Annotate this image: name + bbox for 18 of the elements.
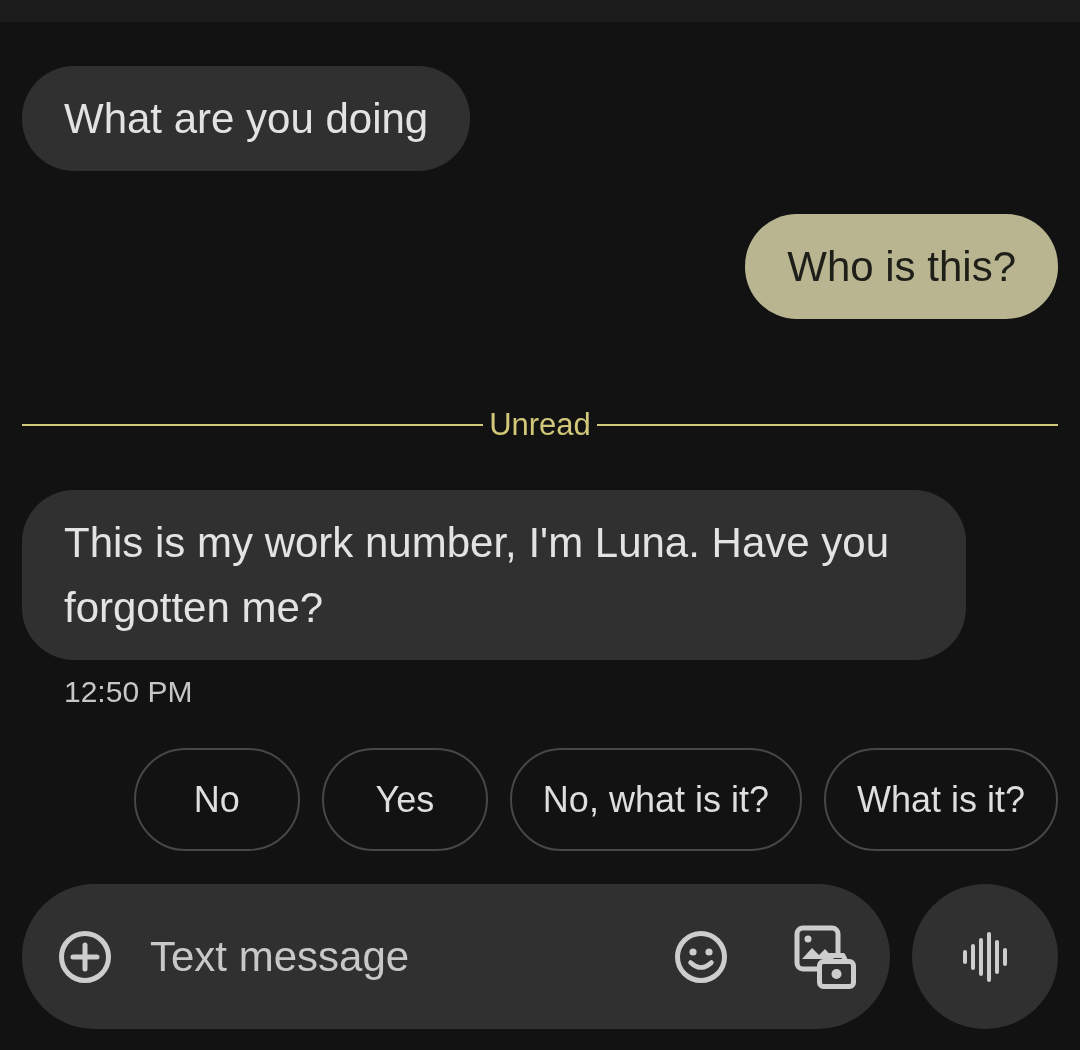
add-attachment-button[interactable] [58,929,112,984]
sound-wave-icon [962,931,1008,982]
smiley-face-icon [674,929,728,984]
incoming-message: What are you doing [22,66,471,171]
emoji-button[interactable] [674,929,728,984]
plus-circle-icon [58,929,112,984]
suggested-reply-chip[interactable]: Yes [321,748,488,851]
suggested-reply-chip[interactable]: No [133,748,300,851]
incoming-message: This is my work number, I'm Luna. Have you forgotten me? [22,490,966,660]
unread-divider-label: Unread [488,407,592,443]
message-compose-bar[interactable]: Text message [22,884,890,1029]
outgoing-message: Who is this? [745,214,1058,319]
message-input-field[interactable]: Text message [150,925,654,988]
suggested-reply-chip[interactable]: No, what is it? [509,748,802,851]
message-timestamp: 12:50 PM [64,675,193,709]
gallery-camera-button[interactable] [794,924,856,989]
suggested-reply-chip[interactable]: What is it? [823,748,1058,851]
image-with-camera-icon [794,924,856,989]
